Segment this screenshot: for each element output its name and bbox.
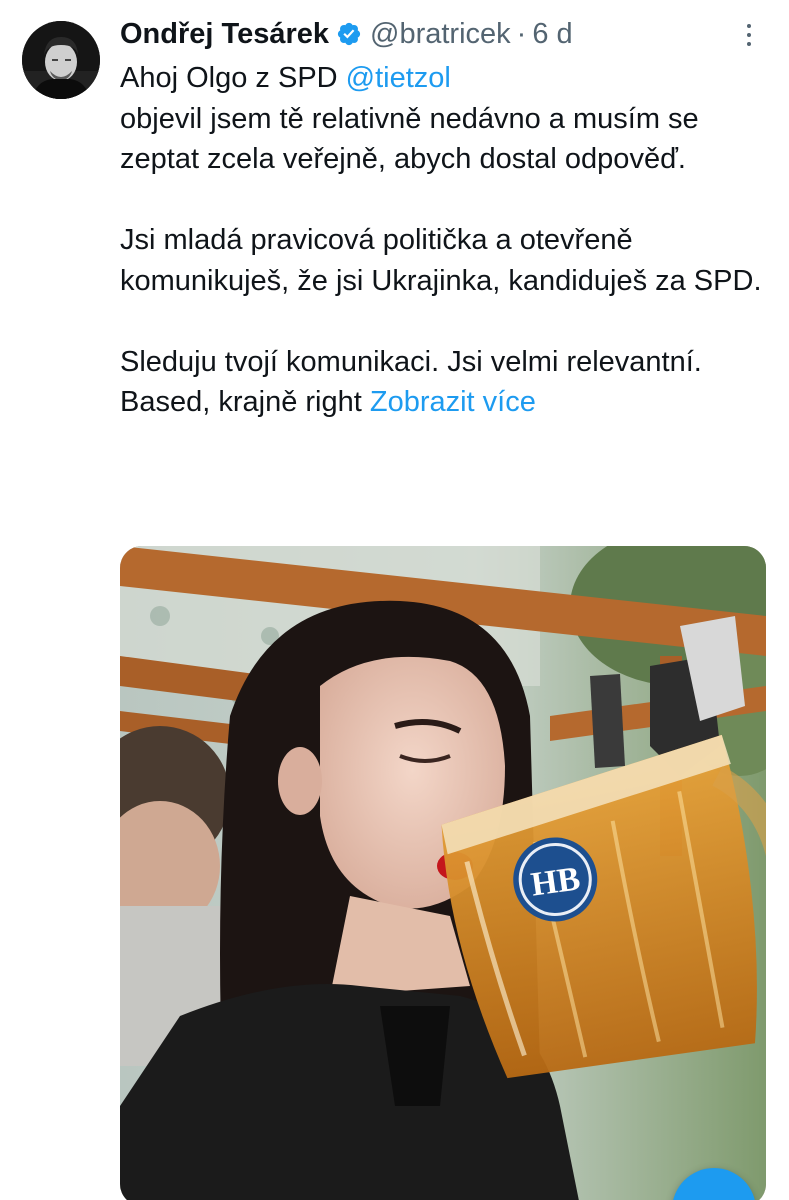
tweet-text-line1: Ahoj Olgo z SPD @tietzol xyxy=(120,58,780,99)
tweet-paragraph-3: Sleduju tvojí komunikaci. Jsi velmi rele… xyxy=(120,342,780,423)
show-more-link[interactable]: Zobrazit více xyxy=(370,386,536,418)
more-vertical-icon[interactable] xyxy=(742,24,756,50)
tweet-header: Ondřej Tesárek @bratricek · 6 d xyxy=(120,14,573,54)
tweet-paragraph-1: objevil jsem tě relativně nedávno a musí… xyxy=(120,102,699,176)
author-display-name[interactable]: Ondřej Tesárek xyxy=(120,14,329,54)
mention-link[interactable]: @tietzol xyxy=(346,62,451,94)
tweet[interactable]: Ondřej Tesárek @bratricek · 6 d Ahoj Olg… xyxy=(0,0,789,1200)
separator-dot: · xyxy=(516,18,527,50)
greeting-text: Ahoj Olgo z SPD xyxy=(120,62,346,94)
tweet-paragraph-2: Jsi mladá pravicová politička a otevřeně… xyxy=(120,224,762,297)
avatar[interactable] xyxy=(22,21,100,99)
verified-badge-icon xyxy=(337,22,361,46)
author-handle[interactable]: @bratricek xyxy=(370,14,511,54)
user-avatar-photo-icon xyxy=(22,21,100,99)
hb-logo: HB xyxy=(529,860,583,903)
tweet-photo[interactable]: HB xyxy=(120,546,766,1200)
photo-image: HB xyxy=(120,546,766,1200)
tweet-text: Ahoj Olgo z SPD @tietzol objevil jsem tě… xyxy=(120,58,780,423)
tweet-timestamp[interactable]: 6 d xyxy=(532,14,572,54)
